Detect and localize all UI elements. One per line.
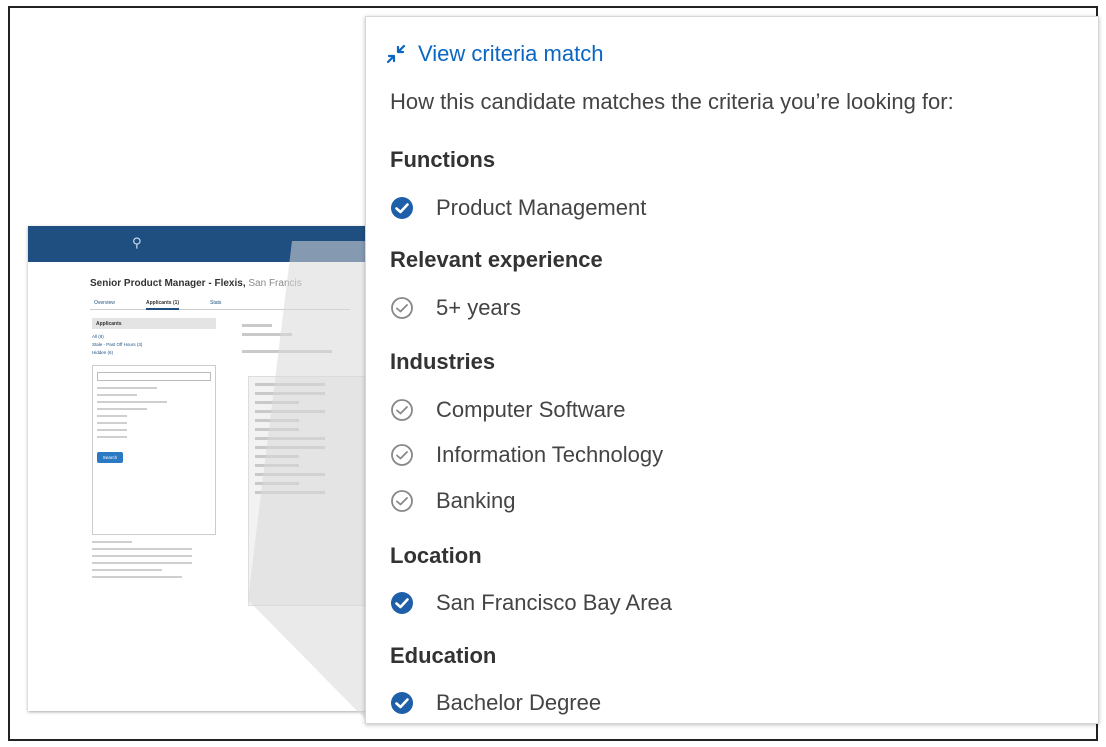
section-location-title: Location [390, 543, 482, 568]
tab-overview[interactable]: Overview [94, 300, 115, 306]
criteria-item-label: San Francisco Bay Area [436, 590, 673, 615]
criteria-item-computer-software: Computer Software [390, 397, 626, 423]
filter-sidebar: Applicants All (8) Stale - Past Off Hour… [92, 318, 216, 708]
filter-all-link[interactable]: All (8) [92, 333, 216, 341]
sidebar-heading: Applicants [92, 318, 216, 329]
filter-stale-link[interactable]: Stale - Past Off Hours (3) [92, 341, 216, 349]
keyword-input[interactable] [97, 372, 211, 381]
filled-check-icon [391, 692, 413, 714]
filter-hidden-link[interactable]: Hidden (6) [92, 349, 216, 357]
tab-applicants[interactable]: Applicants (1) [146, 300, 180, 310]
job-tabs: Overview Applicants (1) Stats [90, 298, 350, 310]
criteria-item-label: Information Technology [436, 442, 664, 467]
filled-check-icon [391, 197, 413, 219]
background-page-screenshot: ⚲ Senior Product Manager - Flexis, San F… [28, 226, 368, 711]
panel-header: View criteria match [386, 41, 603, 67]
criteria-item-product-management: Product Management [390, 195, 646, 221]
collapse-arrows-icon[interactable] [386, 44, 406, 64]
criteria-item-5-plus-years: 5+ years [390, 295, 521, 321]
criteria-item-san-francisco-bay-area: San Francisco Bay Area [390, 590, 672, 616]
section-industries-title: Industries [390, 349, 496, 374]
applicant-list [236, 318, 366, 618]
search-icon[interactable]: ⚲ [132, 235, 142, 251]
job-title: Senior Product Manager - Flexis, San Fra… [90, 278, 302, 289]
keyword-filter-box: Search [92, 365, 216, 535]
criteria-item-label: Bachelor Degree [436, 690, 602, 715]
section-relevant-experience-title: Relevant experience [390, 247, 603, 272]
criteria-item-label: Computer Software [436, 397, 626, 422]
criteria-intro-text: How this candidate matches the criteria … [390, 89, 954, 114]
criteria-item-label: 5+ years [436, 295, 521, 320]
mini-criteria-card [248, 376, 366, 606]
tab-stats[interactable]: Stats [210, 300, 221, 306]
section-functions-title: Functions [390, 147, 496, 172]
criteria-item-label: Product Management [436, 195, 647, 220]
criteria-match-panel: View criteria match How this candidate m… [365, 16, 1099, 724]
criteria-item-banking: Banking [390, 488, 516, 514]
job-location-text: San Francis [248, 278, 302, 289]
criteria-item-information-technology: Information Technology [390, 442, 663, 468]
search-button[interactable]: Search [97, 452, 123, 463]
job-title-text: Senior Product Manager - Flexis, [90, 278, 246, 289]
outline-check-icon [391, 444, 413, 466]
filter-options-placeholder [97, 387, 211, 438]
outline-check-icon [391, 297, 413, 319]
section-education-title: Education [390, 643, 497, 668]
view-criteria-match-link[interactable]: View criteria match [418, 41, 603, 67]
criteria-item-bachelor-degree: Bachelor Degree [390, 690, 601, 716]
outline-check-icon [391, 490, 413, 512]
criteria-item-label: Banking [436, 488, 516, 513]
outline-check-icon [391, 399, 413, 421]
custom-filters-placeholder [92, 541, 216, 578]
filled-check-icon [391, 592, 413, 614]
top-navigation-bar: ⚲ [28, 226, 368, 262]
